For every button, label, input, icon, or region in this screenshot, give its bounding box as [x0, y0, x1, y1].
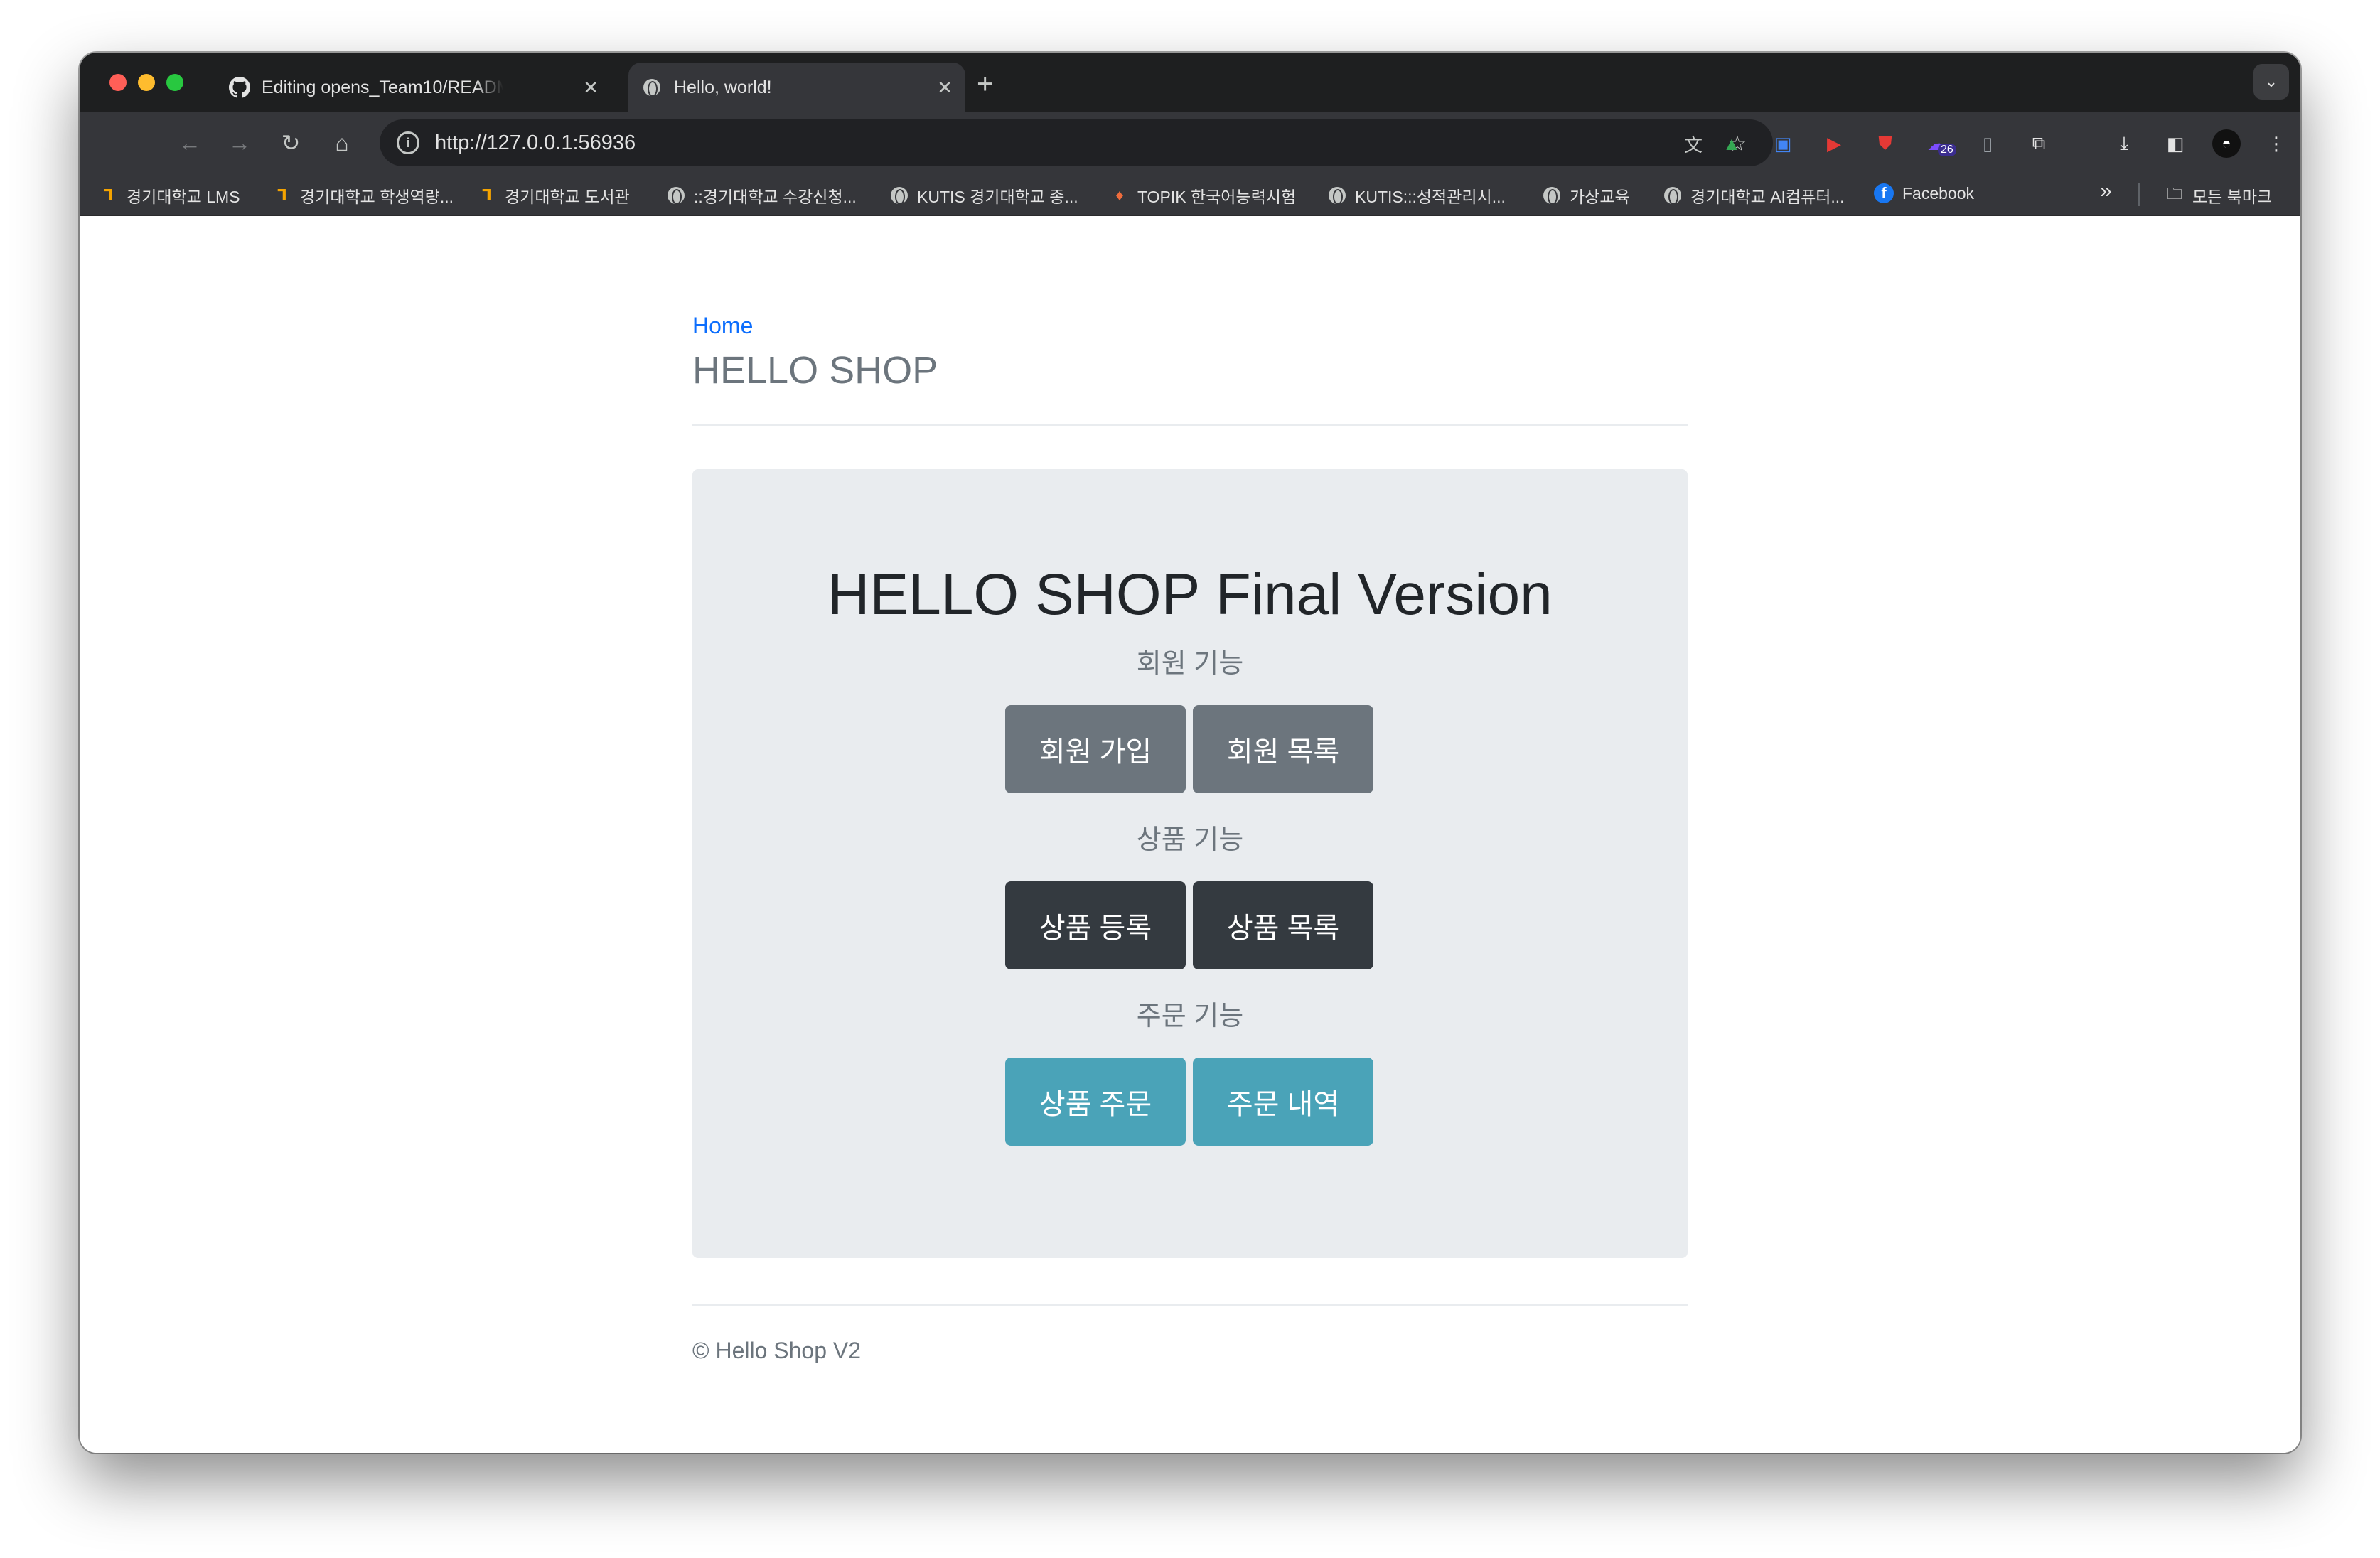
globe-icon — [890, 186, 908, 205]
video-extension-icon[interactable]: ▶ — [1823, 132, 1845, 155]
section-label-member: 회원 기능 — [1136, 649, 1244, 679]
section-label-order: 주문 기능 — [1136, 1001, 1244, 1031]
home-link[interactable]: Home — [692, 313, 753, 339]
jumbotron-title: HELLO SHOP Final Version — [827, 562, 1553, 627]
more-bookmarks-button[interactable]: » — [2100, 179, 2112, 203]
bookmark-label: 경기대학교 학생역량... — [300, 188, 454, 206]
page-title: HELLO SHOP — [692, 349, 938, 392]
bookmark-label: 경기대학교 AI컴퓨터... — [1690, 188, 1845, 206]
chevron-down-icon: ⌄ — [2264, 72, 2278, 90]
order-buttons: 상품 주문 주문 내역 — [1005, 1058, 1375, 1146]
globe-icon — [1663, 186, 1682, 205]
bookmark-item[interactable]: ᒣ 경기대학교 학생역량... — [273, 183, 454, 208]
maximize-window-button[interactable] — [166, 74, 183, 91]
home-button[interactable]: ⌂ — [324, 125, 360, 161]
bookmark-label: Facebook — [1902, 183, 1975, 203]
bookmark-label: 가상교육 — [1570, 188, 1630, 206]
footer-copyright: © Hello Shop V2 — [692, 1338, 862, 1363]
minimize-window-button[interactable] — [138, 74, 155, 91]
footer-divider — [692, 1304, 1688, 1306]
url-text[interactable]: http://127.0.0.1:56936 — [435, 131, 636, 155]
reload-button[interactable]: ↻ — [273, 125, 309, 161]
bookmark-item[interactable]: ::경기대학교 수강신청... — [667, 183, 857, 208]
bookmark-label: 경기대학교 도서관 — [505, 188, 630, 206]
library-logo-icon: ᒣ — [482, 186, 492, 204]
toolbar: ← → ↻ ⌂ i http://127.0.0.1:56936 文 ☆ ▲ ▣… — [80, 112, 2300, 173]
bookmarks-bar: ᒣ 경기대학교 LMS ᒣ 경기대학교 학생역량... ᒣ 경기대학교 도서관 … — [80, 173, 2300, 216]
folder-icon: 🗀 — [2166, 185, 2182, 203]
section-label-item: 상품 기능 — [1136, 825, 1244, 855]
header-divider — [692, 424, 1688, 426]
google-drive-icon[interactable]: ▲ — [1720, 132, 1743, 155]
globe-icon — [641, 77, 663, 98]
forward-button[interactable]: → — [222, 125, 257, 161]
tab-title: Editing opens_Team10/README.md — [262, 77, 503, 97]
member-buttons: 회원 가입 회원 목록 — [1005, 705, 1375, 793]
kyonggi-logo-icon: ᒣ — [104, 186, 114, 204]
close-tab-icon[interactable]: ✕ — [937, 77, 953, 99]
bookmark-label: 경기대학교 LMS — [127, 188, 240, 206]
globe-icon — [1328, 186, 1346, 205]
tab-strip: Editing opens_Team10/README.md ✕ Hello, … — [80, 53, 2300, 112]
bookmark-item[interactable]: KUTIS 경기대학교 종... — [890, 183, 1078, 208]
extension-badge-icon[interactable]: ☁ 26 — [1925, 132, 1956, 156]
item-buttons: 상품 등록 상품 목록 — [1005, 881, 1375, 969]
side-panel-icon[interactable]: ◧ — [2164, 132, 2187, 155]
extension-badge-count: 26 — [1938, 144, 1956, 156]
tab-hello-world[interactable]: Hello, world! ✕ — [628, 63, 965, 112]
bookmark-label: KUTIS 경기대학교 종... — [917, 188, 1078, 206]
menu-more-icon[interactable]: ⋮ — [2265, 132, 2288, 155]
topik-logo-icon: ♦ — [1115, 186, 1124, 204]
member-list-button[interactable]: 회원 목록 — [1193, 705, 1373, 793]
bookmark-item[interactable]: ᒣ 경기대학교 LMS — [100, 183, 240, 208]
tab-github-readme[interactable]: Editing opens_Team10/README.md ✕ — [219, 63, 611, 112]
all-bookmarks-button[interactable]: 🗀 모든 북마크 — [2165, 183, 2272, 208]
jumbotron: HELLO SHOP Final Version 회원 기능 회원 가입 회원 … — [692, 469, 1688, 1258]
address-bar[interactable]: i http://127.0.0.1:56936 文 ☆ — [380, 119, 1773, 166]
browser-window: Editing opens_Team10/README.md ✕ Hello, … — [80, 53, 2300, 1453]
bookmark-item[interactable]: 경기대학교 AI컴퓨터... — [1663, 183, 1845, 208]
bookmarks-divider — [2138, 183, 2140, 206]
extensions-puzzle-icon[interactable]: ⧉ — [2027, 132, 2050, 155]
item-list-button[interactable]: 상품 목록 — [1193, 881, 1373, 969]
page-content: Home HELLO SHOP HELLO SHOP Final Version… — [80, 216, 2300, 1453]
item-register-button[interactable]: 상품 등록 — [1005, 881, 1186, 969]
google-translate-icon[interactable]: ▣ — [1771, 132, 1794, 155]
download-icon[interactable]: ⤓ — [2113, 132, 2135, 155]
kyonggi-logo-icon: ᒣ — [277, 186, 287, 204]
shield-icon[interactable]: ⛊ — [1874, 132, 1897, 155]
tab-search-button[interactable]: ⌄ — [2253, 64, 2289, 100]
bookmark-item[interactable]: ♦ TOPIK 한국어능력시험 — [1110, 183, 1296, 208]
bookmark-item[interactable]: ᒣ 경기대학교 도서관 — [478, 183, 630, 208]
globe-icon — [1543, 186, 1561, 205]
bookmark-item[interactable]: 가상교육 — [1543, 183, 1630, 208]
tab-title: Hello, world! — [674, 77, 772, 97]
back-button[interactable]: ← — [172, 125, 208, 161]
facebook-icon: f — [1874, 183, 1894, 203]
bookmark-label: KUTIS:::성적관리시... — [1355, 188, 1506, 206]
translate-icon[interactable]: 文 — [1681, 131, 1706, 156]
globe-icon — [667, 186, 685, 205]
github-icon — [229, 77, 250, 98]
member-join-button[interactable]: 회원 가입 — [1005, 705, 1186, 793]
close-window-button[interactable] — [109, 74, 127, 91]
profile-avatar[interactable]: ◓ — [2212, 129, 2241, 158]
order-history-button[interactable]: 주문 내역 — [1193, 1058, 1373, 1146]
bookmark-item[interactable]: KUTIS:::성적관리시... — [1328, 183, 1506, 208]
new-tab-button[interactable]: + — [977, 68, 993, 100]
bookmark-item[interactable]: f Facebook — [1874, 183, 1974, 203]
all-bookmarks-label: 모든 북마크 — [2192, 188, 2273, 206]
site-info-icon[interactable]: i — [397, 131, 419, 154]
close-tab-icon[interactable]: ✕ — [583, 77, 599, 99]
bookmark-label: TOPIK 한국어능력시험 — [1137, 188, 1297, 206]
phone-icon[interactable]: ▯ — [1976, 132, 1999, 155]
place-order-button[interactable]: 상품 주문 — [1005, 1058, 1186, 1146]
bookmark-label: ::경기대학교 수강신청... — [694, 188, 857, 206]
